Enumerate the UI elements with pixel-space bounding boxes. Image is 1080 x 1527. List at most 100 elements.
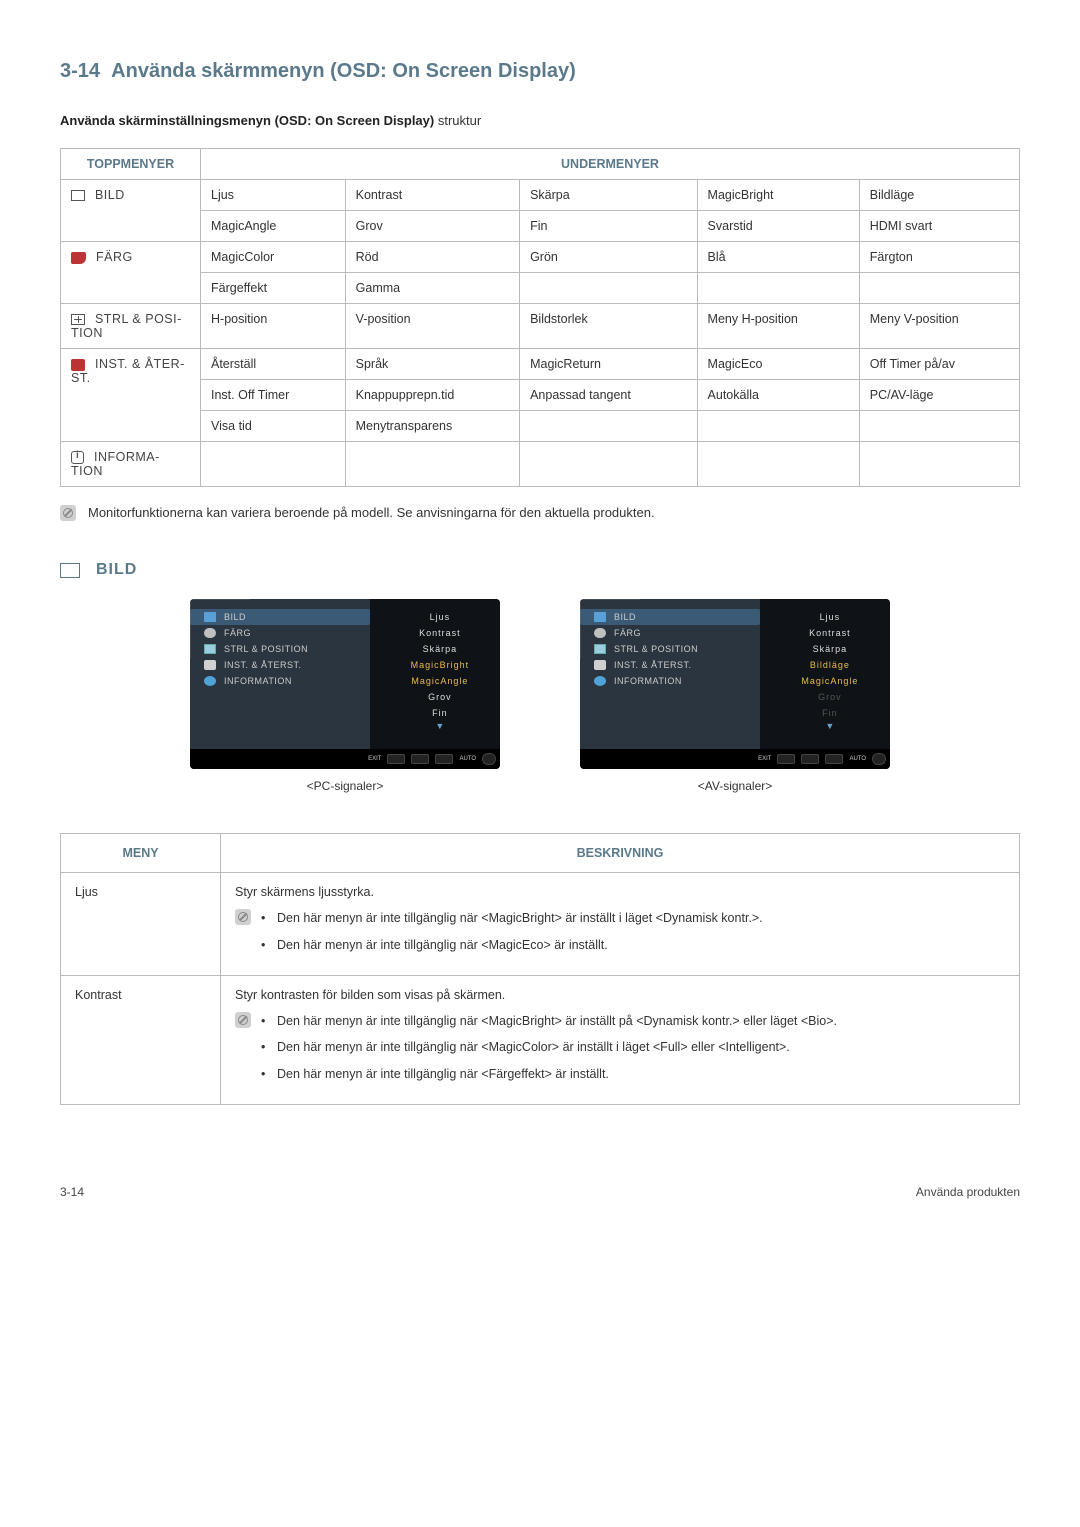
submenu-cell: Röd [345, 242, 519, 273]
osd-sub-item: MagicAngle [380, 673, 500, 689]
submenu-cell: Blå [697, 242, 859, 273]
chevron-down-icon: ▼ [770, 721, 890, 731]
topmenu-cell: INST. & ÅTER-ST. [61, 349, 201, 442]
submenu-cell [201, 442, 346, 487]
menu-structure-table: TOPPMENYER UNDERMENYER BILDLjusKontrastS… [60, 148, 1020, 487]
submenu-cell: Svarstid [697, 211, 859, 242]
submenu-cell: MagicEco [697, 349, 859, 380]
heading-text: Använda skärmmenyn (OSD: On Screen Displ… [111, 60, 576, 82]
gear-icon [71, 359, 85, 371]
osd-sub-item: MagicBright [380, 657, 500, 673]
submenu-cell: H-position [201, 304, 346, 349]
topmenu-cell: STRL & POSI-TION [61, 304, 201, 349]
note-text: Monitorfunktionerna kan variera beroende… [88, 505, 655, 520]
submenu-cell: V-position [345, 304, 519, 349]
topmenu-cell: FÄRG [61, 242, 201, 304]
submenu-cell: Språk [345, 349, 519, 380]
submenu-cell: Off Timer på/av [859, 349, 1019, 380]
topmenu-cell: INFORMA-TION [61, 442, 201, 487]
topmenu-cell: BILD [61, 180, 201, 242]
submenu-cell: Meny H-position [697, 304, 859, 349]
info-icon [71, 451, 84, 464]
submenu-cell: Grön [520, 242, 697, 273]
submenu-cell: Grov [345, 211, 519, 242]
submenu-cell: Visa tid [201, 411, 346, 442]
osd-sub-item: Grov [380, 689, 500, 705]
section-title-bild: BILD [60, 561, 1020, 579]
th-meny: MENY [61, 834, 221, 873]
osd-menu-icon [204, 660, 216, 670]
osd-av-screenshot: BILDFÄRGSTRL & POSITIONINST. & ÅTERST.IN… [580, 599, 890, 769]
osd-sub-item: Skärpa [380, 641, 500, 657]
submenu-cell: Anpassad tangent [520, 380, 697, 411]
th-submenus: UNDERMENYER [201, 149, 1020, 180]
desc-body-cell: Styr kontrasten för bilden som visas på … [221, 975, 1020, 1104]
osd-sub-item: Ljus [770, 609, 890, 625]
page-footer: 3-14 Använda produkten [60, 1165, 1020, 1199]
osd-btn-icon [387, 754, 405, 764]
osd-power-icon [872, 753, 886, 765]
submenu-cell [520, 273, 697, 304]
cross-icon [71, 314, 85, 325]
th-topmenus: TOPPMENYER [61, 149, 201, 180]
th-beskrivning: BESKRIVNING [221, 834, 1020, 873]
desc-menu-cell: Kontrast [61, 975, 221, 1104]
osd-menu-icon [594, 660, 606, 670]
submenu-cell [697, 273, 859, 304]
submenu-cell: Skärpa [520, 180, 697, 211]
osd-sub-item: Kontrast [770, 625, 890, 641]
osd-menu-item: INFORMATION [204, 673, 370, 689]
box-icon [71, 190, 85, 201]
note-icon [235, 909, 251, 925]
submenu-cell: Fin [520, 211, 697, 242]
desc-menu-cell: Ljus [61, 873, 221, 976]
submenu-cell: Återställ [201, 349, 346, 380]
osd-pc-caption: <PC-signaler> [190, 779, 500, 793]
osd-menu-icon [204, 676, 216, 686]
palette-icon [71, 252, 86, 264]
osd-exit-label: EXIT [368, 756, 381, 762]
footer-left: 3-14 [60, 1185, 84, 1199]
submenu-cell: Bildstorlek [520, 304, 697, 349]
osd-sub-item: Ljus [380, 609, 500, 625]
desc-body-cell: Styr skärmens ljusstyrka.Den här menyn ä… [221, 873, 1020, 976]
submenu-cell: HDMI svart [859, 211, 1019, 242]
submenu-cell [859, 411, 1019, 442]
osd-btn-icon [435, 754, 453, 764]
osd-menu-item: INFORMATION [594, 673, 760, 689]
osd-sub-item: Kontrast [380, 625, 500, 641]
osd-sub-item: MagicAngle [770, 673, 890, 689]
submenu-cell [697, 442, 859, 487]
submenu-cell [345, 442, 519, 487]
osd-sub-item: Grov [770, 689, 890, 705]
submenu-cell: Gamma [345, 273, 519, 304]
osd-btn-icon [411, 754, 429, 764]
desc-note-item: Den här menyn är inte tillgänglig när <M… [261, 1038, 837, 1057]
submenu-cell [859, 273, 1019, 304]
note-row: Monitorfunktionerna kan variera beroende… [60, 505, 1020, 521]
submenu-cell [859, 442, 1019, 487]
osd-sub-item: Bildläge [770, 657, 890, 673]
submenu-cell: Färgeffekt [201, 273, 346, 304]
sub-heading: Använda skärminställningsmenyn (OSD: On … [60, 113, 1020, 128]
submenu-cell [520, 442, 697, 487]
heading-number: 3-14 [60, 60, 100, 82]
desc-note-item: Den här menyn är inte tillgänglig när <M… [261, 1012, 837, 1031]
submenu-cell: MagicBright [697, 180, 859, 211]
desc-note-item: Den här menyn är inte tillgänglig när <M… [261, 936, 763, 955]
submenu-cell: Autokälla [697, 380, 859, 411]
description-table: MENY BESKRIVNING LjusStyr skärmens ljuss… [60, 833, 1020, 1105]
submenu-cell: Ljus [201, 180, 346, 211]
submenu-cell [520, 411, 697, 442]
desc-note-item: Den här menyn är inte tillgänglig när <F… [261, 1065, 837, 1084]
picture-icon [60, 563, 80, 578]
submenu-cell [697, 411, 859, 442]
submenu-cell: Bildläge [859, 180, 1019, 211]
osd-screenshots-row: BILDFÄRGSTRL & POSITIONINST. & ÅTERST.IN… [60, 599, 1020, 793]
osd-power-icon [482, 753, 496, 765]
osd-menu-item: INST. & ÅTERST. [204, 657, 370, 673]
osd-exit-label: EXIT [758, 756, 771, 762]
page-heading: 3-14 Använda skärmmenyn (OSD: On Screen … [60, 60, 1020, 83]
osd-auto-label: AUTO [459, 756, 476, 762]
submenu-cell: Menytransparens [345, 411, 519, 442]
